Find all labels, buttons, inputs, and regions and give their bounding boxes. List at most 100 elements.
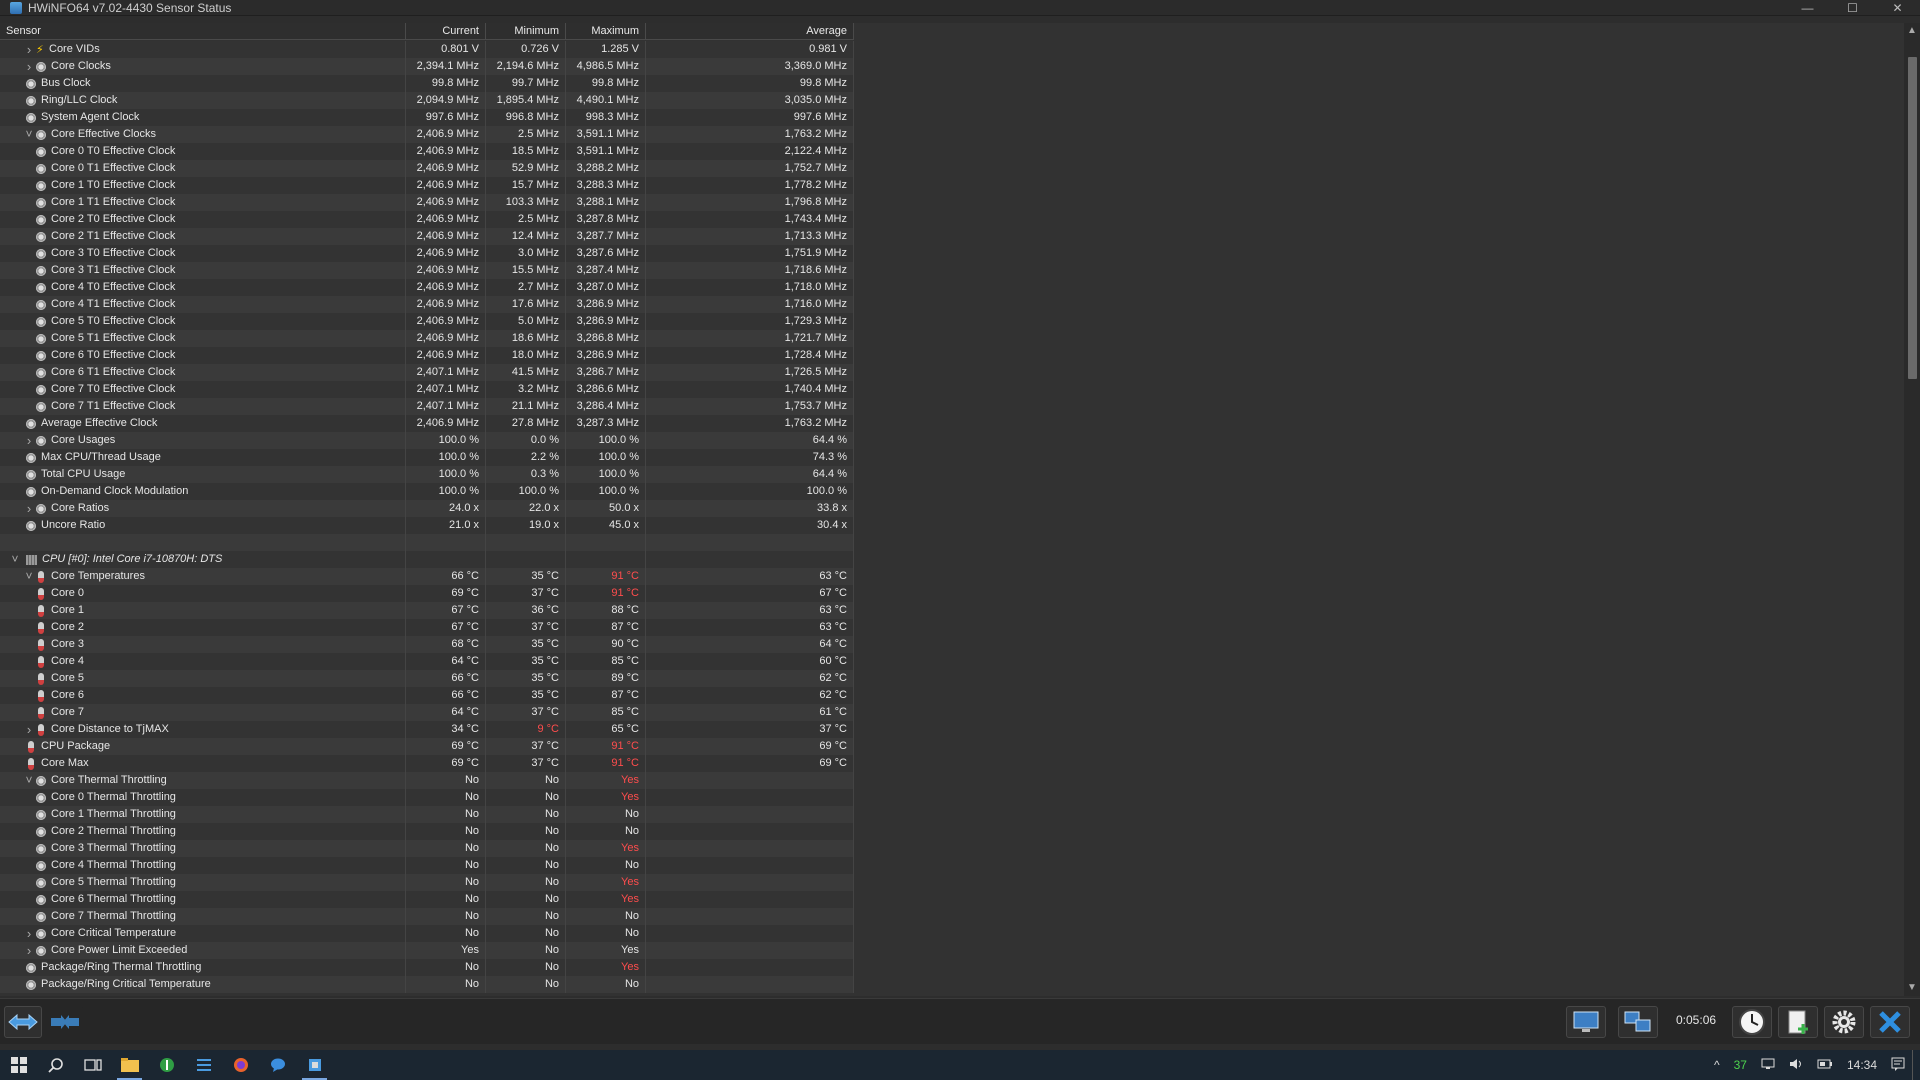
table-row[interactable]: Core 6 66 °C 35 °C 87 °C 62 °C	[0, 687, 854, 704]
file-explorer-button[interactable]	[111, 1050, 148, 1080]
table-row[interactable]: › Core Critical Temperature No No No	[0, 925, 854, 942]
table-row[interactable]: Average Effective Clock 2,406.9 MHz 27.8 M…	[0, 415, 854, 432]
table-row[interactable]: Core 6 T0 Effective Clock 2,406.9 MHz 18.0…	[0, 347, 854, 364]
table-row[interactable]: CPU Package 69 °C 37 °C 91 °C 69 °C	[0, 738, 854, 755]
search-button[interactable]	[37, 1050, 74, 1080]
table-row[interactable]: Core 4 T1 Effective Clock 2,406.9 MHz 17.6…	[0, 296, 854, 313]
table-row[interactable]: Max CPU/Thread Usage 100.0 % 2.2 % 100.0 % 7…	[0, 449, 854, 466]
table-row[interactable]: › Core Distance to TjMAX 34 °C 9 °C 65 °C 37 …	[0, 721, 854, 738]
table-row[interactable]: Core 5 66 °C 35 °C 89 °C 62 °C	[0, 670, 854, 687]
green-app-button[interactable]	[148, 1050, 185, 1080]
column-header-minimum[interactable]: Minimum	[486, 23, 566, 40]
table-row[interactable]: Core 7 64 °C 37 °C 85 °C 61 °C	[0, 704, 854, 721]
task-view-button[interactable]	[74, 1050, 111, 1080]
expand-collapse-button[interactable]	[4, 1006, 42, 1038]
taskbar-clock[interactable]: 14:34	[1840, 1058, 1884, 1072]
table-row[interactable]: Core 3 Thermal Throttling No No Yes	[0, 840, 854, 857]
table-row[interactable]: Bus Clock 99.8 MHz 99.7 MHz 99.8 MHz 99.8 MH…	[0, 75, 854, 92]
table-row[interactable]: Core 7 T0 Effective Clock 2,407.1 MHz 3.2 …	[0, 381, 854, 398]
chevron-down-icon[interactable]: ˅	[22, 568, 36, 585]
close-button[interactable]: ✕	[1875, 0, 1920, 16]
table-row[interactable]: Core 4 T0 Effective Clock 2,406.9 MHz 2.7 …	[0, 279, 854, 296]
table-row[interactable]: Core 6 T1 Effective Clock 2,407.1 MHz 41.5…	[0, 364, 854, 381]
table-row[interactable]: On-Demand Clock Modulation 100.0 % 100.0 %…	[0, 483, 854, 500]
chat-app-button[interactable]	[259, 1050, 296, 1080]
notifications-icon[interactable]	[1884, 1057, 1912, 1074]
battery-icon[interactable]	[1810, 1058, 1840, 1072]
table-row[interactable]: Core 1 Thermal Throttling No No No	[0, 806, 854, 823]
table-row[interactable]: Core 0 T0 Effective Clock 2,406.9 MHz 18.5…	[0, 143, 854, 160]
table-row[interactable]: System Agent Clock 997.6 MHz 996.8 MHz 998.…	[0, 109, 854, 126]
table-row[interactable]: ˅ CPU [#0]: Intel Core i7-10870H: DTS	[0, 551, 854, 568]
table-row[interactable]: Core 0 T1 Effective Clock 2,406.9 MHz 52.9…	[0, 160, 854, 177]
chevron-down-icon[interactable]: ˅	[22, 126, 36, 143]
table-row[interactable]: Core Max 69 °C 37 °C 91 °C 69 °C	[0, 755, 854, 772]
tray-expand-icon[interactable]: ^	[1707, 1058, 1727, 1072]
table-row[interactable]: Core 1 T0 Effective Clock 2,406.9 MHz 15.7…	[0, 177, 854, 194]
chevron-right-icon[interactable]: ›	[22, 41, 36, 58]
chevron-right-icon[interactable]: ›	[22, 500, 36, 517]
chevron-down-icon[interactable]: ˅	[8, 551, 22, 568]
table-row[interactable]: Core 2 T0 Effective Clock 2,406.9 MHz 2.5 …	[0, 211, 854, 228]
chevron-down-icon[interactable]: ˅	[22, 772, 36, 789]
table-row[interactable]: Total CPU Usage 100.0 % 0.3 % 100.0 % 64.4 %	[0, 466, 854, 483]
table-row[interactable]: Core 1 67 °C 36 °C 88 °C 63 °C	[0, 602, 854, 619]
table-row[interactable]: ˅ Core Temperatures 66 °C 35 °C 91 °C 63 °C	[0, 568, 854, 585]
table-row[interactable]: ˅ Core Effective Clocks 2,406.9 MHz 2.5 MHz…	[0, 126, 854, 143]
table-row[interactable]: ˅ Core Thermal Throttling No No Yes	[0, 772, 854, 789]
start-button[interactable]	[0, 1050, 37, 1080]
settings-button[interactable]	[1824, 1006, 1864, 1038]
list-app-button[interactable]	[185, 1050, 222, 1080]
chevron-right-icon[interactable]: ›	[22, 942, 36, 959]
table-row[interactable]: Core 5 Thermal Throttling No No Yes	[0, 874, 854, 891]
hwinfo-taskbar-button[interactable]	[296, 1050, 333, 1080]
table-row[interactable]: Core 3 68 °C 35 °C 90 °C 64 °C	[0, 636, 854, 653]
chevron-right-icon[interactable]: ›	[22, 58, 36, 75]
summary-window-button[interactable]	[1566, 1006, 1606, 1038]
table-row[interactable]: Core 2 T1 Effective Clock 2,406.9 MHz 12.4…	[0, 228, 854, 245]
table-row[interactable]: Ring/LLC Clock 2,094.9 MHz 1,895.4 MHz 4,49…	[0, 92, 854, 109]
table-row[interactable]: › Core Ratios 24.0 x 22.0 x 50.0 x 33.8 x	[0, 500, 854, 517]
table-row[interactable]: Core 5 T1 Effective Clock 2,406.9 MHz 18.6…	[0, 330, 854, 347]
tray-cpu-temp[interactable]: 37	[1727, 1058, 1754, 1072]
table-row[interactable]: Core 0 Thermal Throttling No No Yes	[0, 789, 854, 806]
table-row[interactable]: Core 3 T1 Effective Clock 2,406.9 MHz 15.5…	[0, 262, 854, 279]
table-row[interactable]: › Core Power Limit Exceeded Yes No Yes	[0, 942, 854, 959]
scrollbar-thumb[interactable]	[1908, 57, 1917, 379]
clock-reset-button[interactable]	[1732, 1006, 1772, 1038]
table-row[interactable]: Core 5 T0 Effective Clock 2,406.9 MHz 5.0 …	[0, 313, 854, 330]
table-row[interactable]: Core 0 69 °C 37 °C 91 °C 67 °C	[0, 585, 854, 602]
scroll-up-icon[interactable]: ▲	[1904, 23, 1920, 39]
maximize-button[interactable]: ☐	[1830, 0, 1875, 16]
column-header-average[interactable]: Average	[646, 23, 854, 40]
table-row[interactable]: Uncore Ratio 21.0 x 19.0 x 45.0 x 30.4 x	[0, 517, 854, 534]
table-row[interactable]: Core 4 Thermal Throttling No No No	[0, 857, 854, 874]
network-window-button[interactable]	[1618, 1006, 1658, 1038]
table-row[interactable]: › Core Clocks 2,394.1 MHz 2,194.6 MHz 4,986.…	[0, 58, 854, 75]
collapse-arrows-button[interactable]	[46, 1006, 84, 1038]
column-header-sensor[interactable]: Sensor	[0, 23, 406, 40]
table-row[interactable]: Core 3 T0 Effective Clock 2,406.9 MHz 3.0 …	[0, 245, 854, 262]
chevron-right-icon[interactable]: ›	[22, 432, 36, 449]
scroll-down-icon[interactable]: ▼	[1904, 980, 1920, 996]
exit-button[interactable]	[1870, 1006, 1910, 1038]
table-row[interactable]: Core 2 67 °C 37 °C 87 °C 63 °C	[0, 619, 854, 636]
column-header-maximum[interactable]: Maximum	[566, 23, 646, 40]
volume-icon[interactable]	[1782, 1058, 1810, 1073]
column-header-current[interactable]: Current	[406, 23, 486, 40]
network-icon[interactable]	[1754, 1058, 1782, 1073]
table-row[interactable]: Core 7 T1 Effective Clock 2,407.1 MHz 21.1…	[0, 398, 854, 415]
chevron-right-icon[interactable]: ›	[22, 721, 36, 738]
table-row[interactable]: Core 2 Thermal Throttling No No No	[0, 823, 854, 840]
table-row[interactable]: › ⚡ Core VIDs 0.801 V 0.726 V 1.285 V 0.981 V	[0, 41, 854, 58]
table-row[interactable]: Core 7 Thermal Throttling No No No	[0, 908, 854, 925]
table-row[interactable]: › Core Usages 100.0 % 0.0 % 100.0 % 64.4 %	[0, 432, 854, 449]
logging-button[interactable]	[1778, 1006, 1818, 1038]
table-row[interactable]: Core 4 64 °C 35 °C 85 °C 60 °C	[0, 653, 854, 670]
table-row[interactable]: Core 1 T1 Effective Clock 2,406.9 MHz 103.…	[0, 194, 854, 211]
vertical-scrollbar[interactable]: ▲ ▼	[1904, 23, 1920, 996]
chevron-right-icon[interactable]: ›	[22, 925, 36, 942]
firefox-button[interactable]	[222, 1050, 259, 1080]
minimize-button[interactable]: —	[1785, 0, 1830, 16]
table-row[interactable]: Core 6 Thermal Throttling No No Yes	[0, 891, 854, 908]
